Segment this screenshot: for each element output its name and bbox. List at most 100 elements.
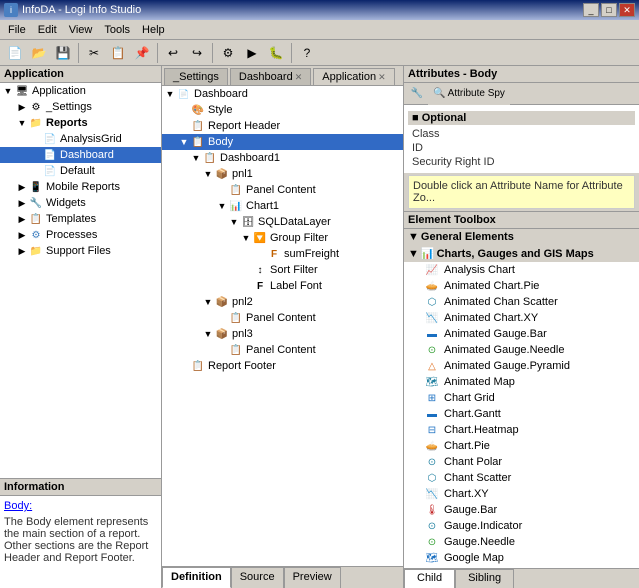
toolbar-copy[interactable]: 📋 bbox=[107, 42, 129, 64]
ws-item-reportfooter[interactable]: 📋 Report Footer bbox=[162, 358, 403, 374]
ws-item-groupfilter[interactable]: ▼ 🔽 Group Filter bbox=[162, 230, 403, 246]
toolbar-run[interactable]: ▶ bbox=[241, 42, 263, 64]
toolbox-chart-polar[interactable]: ⊙ Chant Polar bbox=[404, 454, 639, 470]
tab-dashboard[interactable]: Dashboard ✕ bbox=[230, 68, 311, 85]
toolbar-new[interactable]: 📄 bbox=[4, 42, 26, 64]
tab-source[interactable]: Source bbox=[231, 567, 284, 588]
ws-item-dashboard[interactable]: ▼ 📄 Dashboard bbox=[162, 86, 403, 102]
toolbox-google-map[interactable]: 🗺 Google Map bbox=[404, 550, 639, 566]
maximize-button[interactable]: □ bbox=[601, 3, 617, 17]
tree-item-dashboard[interactable]: 📄 Dashboard bbox=[0, 147, 161, 163]
toolbox-gauge-indicator[interactable]: ⊙ Gauge.Indicator bbox=[404, 518, 639, 534]
toolbox-heat-map-applet[interactable]: ⊟ Heat Map Applet bbox=[404, 566, 639, 568]
toolbar-help[interactable]: ? bbox=[296, 42, 318, 64]
ws-toggle-d1[interactable]: ▼ bbox=[190, 152, 202, 164]
ws-item-pnl1[interactable]: ▼ 📦 pnl1 bbox=[162, 166, 403, 182]
ws-item-style[interactable]: 🎨 Style bbox=[162, 102, 403, 118]
tree-item-templates[interactable]: ▶ 📋 Templates bbox=[0, 211, 161, 227]
toolbox-animated-map[interactable]: 🗺 Animated Map bbox=[404, 374, 639, 390]
toolbox-gauge-bar2[interactable]: 🌡 Gauge.Bar bbox=[404, 502, 639, 518]
tree-item-default[interactable]: 📄 Default bbox=[0, 163, 161, 179]
menu-tools[interactable]: Tools bbox=[98, 22, 136, 38]
toolbox-gauge-needle[interactable]: ⊙ Animated Gauge.Needle bbox=[404, 342, 639, 358]
tab-definition[interactable]: Definition bbox=[162, 567, 231, 588]
ws-toggle-pnl2[interactable]: ▼ bbox=[202, 296, 214, 308]
toolbox-chart-grid[interactable]: ⊞ Chart Grid bbox=[404, 390, 639, 406]
toolbar-open[interactable]: 📂 bbox=[28, 42, 50, 64]
toolbar-paste[interactable]: 📌 bbox=[131, 42, 153, 64]
tree-toggle-mobile[interactable]: ▶ bbox=[16, 181, 28, 193]
toolbox-chart-pie[interactable]: 🥧 Chart.Pie bbox=[404, 438, 639, 454]
toolbar-cut[interactable]: ✂ bbox=[83, 42, 105, 64]
ws-item-panelcontent3[interactable]: 📋 Panel Content bbox=[162, 342, 403, 358]
section-charts[interactable]: ▼ 📊 Charts, Gauges and GIS Maps bbox=[404, 245, 639, 262]
tree-item-widgets[interactable]: ▶ 🔧 Widgets bbox=[0, 195, 161, 211]
tree-item-mobilereports[interactable]: ▶ 📱 Mobile Reports bbox=[0, 179, 161, 195]
toolbar-redo[interactable]: ↪ bbox=[186, 42, 208, 64]
tree-item-analysisgrid[interactable]: 📄 AnalysisGrid bbox=[0, 131, 161, 147]
tab-preview[interactable]: Preview bbox=[284, 567, 341, 588]
tree-toggle-app[interactable]: ▼ bbox=[2, 85, 14, 97]
toolbox-chart-scatter[interactable]: ⬡ Chant Scatter bbox=[404, 470, 639, 486]
nav-sibling[interactable]: Sibling bbox=[455, 569, 514, 588]
toolbox-analysis-chart[interactable]: 📈 Analysis Chart bbox=[404, 262, 639, 278]
tab-dashboard-close[interactable]: ✕ bbox=[295, 72, 303, 83]
nav-child[interactable]: Child bbox=[404, 569, 455, 588]
ws-toggle-dashboard[interactable]: ▼ bbox=[164, 88, 176, 100]
window-controls[interactable]: _ □ ✕ bbox=[583, 3, 635, 17]
toolbox-chart-xy[interactable]: 📉 Chart.XY bbox=[404, 486, 639, 502]
tree-item-settings[interactable]: ▶ ⚙ _Settings bbox=[0, 99, 161, 115]
toolbar-debug[interactable]: 🐛 bbox=[265, 42, 287, 64]
minimize-button[interactable]: _ bbox=[583, 3, 599, 17]
attr-btn1[interactable]: 🔧 bbox=[408, 85, 426, 103]
attr-id-value[interactable] bbox=[516, 142, 631, 154]
attr-security-value[interactable] bbox=[516, 156, 631, 168]
tree-toggle-support[interactable]: ▶ bbox=[16, 245, 28, 257]
ws-item-dashboard1[interactable]: ▼ 📋 Dashboard1 bbox=[162, 150, 403, 166]
toolbox-chart-heatmap[interactable]: ⊟ Chart.Heatmap bbox=[404, 422, 639, 438]
ws-toggle-pnl1[interactable]: ▼ bbox=[202, 168, 214, 180]
ws-toggle-gf[interactable]: ▼ bbox=[240, 232, 252, 244]
menu-help[interactable]: Help bbox=[136, 22, 171, 38]
tree-item-supportfiles[interactable]: ▶ 📁 Support Files bbox=[0, 243, 161, 259]
toolbox-gauge-pyramid[interactable]: △ Animated Gauge.Pyramid bbox=[404, 358, 639, 374]
menu-file[interactable]: File bbox=[2, 22, 32, 38]
section-general[interactable]: ▼ General Elements bbox=[404, 229, 639, 245]
ws-item-reportheader[interactable]: 📋 Report Header bbox=[162, 118, 403, 134]
ws-item-sumfreight[interactable]: F sumFreight bbox=[162, 246, 403, 262]
ws-item-sqldatalayer[interactable]: ▼ 🗄 SQLDataLayer bbox=[162, 214, 403, 230]
tree-toggle-widgets[interactable]: ▶ bbox=[16, 197, 28, 209]
menu-edit[interactable]: Edit bbox=[32, 22, 63, 38]
close-button[interactable]: ✕ bbox=[619, 3, 635, 17]
ws-item-panelcontent2[interactable]: 📋 Panel Content bbox=[162, 310, 403, 326]
tree-item-application[interactable]: ▼ 🖥 Application bbox=[0, 83, 161, 99]
ws-item-sortfilter[interactable]: ↕ Sort Filter bbox=[162, 262, 403, 278]
ws-item-panelcontent1[interactable]: 📋 Panel Content bbox=[162, 182, 403, 198]
attr-class-value[interactable] bbox=[516, 128, 631, 140]
tree-toggle-templates[interactable]: ▶ bbox=[16, 213, 28, 225]
toolbox-animated-pie[interactable]: 🥧 Animated Chart.Pie bbox=[404, 278, 639, 294]
toolbox-animated-scatter[interactable]: ⬡ Animated Chan Scatter bbox=[404, 294, 639, 310]
ws-toggle-body[interactable]: ▼ bbox=[178, 136, 190, 148]
toolbox-gauge-bar[interactable]: ▬ Animated Gauge.Bar bbox=[404, 326, 639, 342]
toolbox-chart-gantt[interactable]: ▬ Chart.Gantt bbox=[404, 406, 639, 422]
tab-settings[interactable]: _Settings bbox=[164, 68, 228, 85]
ws-item-chart1[interactable]: ▼ 📊 Chart1 bbox=[162, 198, 403, 214]
ws-item-body[interactable]: ▼ 📋 Body bbox=[162, 134, 403, 150]
ws-toggle-pnl3[interactable]: ▼ bbox=[202, 328, 214, 340]
tab-application[interactable]: Application ✕ bbox=[313, 68, 394, 85]
ws-item-pnl2[interactable]: ▼ 📦 pnl2 bbox=[162, 294, 403, 310]
menu-view[interactable]: View bbox=[63, 22, 99, 38]
toolbox-animated-xy[interactable]: 📉 Animated Chart.XY bbox=[404, 310, 639, 326]
tree-toggle-reports[interactable]: ▼ bbox=[16, 117, 28, 129]
tab-application-close[interactable]: ✕ bbox=[378, 72, 386, 83]
toolbar-undo[interactable]: ↩ bbox=[162, 42, 184, 64]
ws-item-pnl3[interactable]: ▼ 📦 pnl3 bbox=[162, 326, 403, 342]
ws-item-labelfont[interactable]: F Label Font bbox=[162, 278, 403, 294]
toolbar-save[interactable]: 💾 bbox=[52, 42, 74, 64]
tree-item-processes[interactable]: ▶ ⚙ Processes bbox=[0, 227, 161, 243]
attr-spy[interactable]: 🔍 Attribute Spy bbox=[428, 83, 510, 105]
toolbox-gauge-needle2[interactable]: ⊙ Gauge.Needle bbox=[404, 534, 639, 550]
tree-toggle-processes[interactable]: ▶ bbox=[16, 229, 28, 241]
optional-toggle[interactable]: ■ bbox=[412, 112, 419, 124]
